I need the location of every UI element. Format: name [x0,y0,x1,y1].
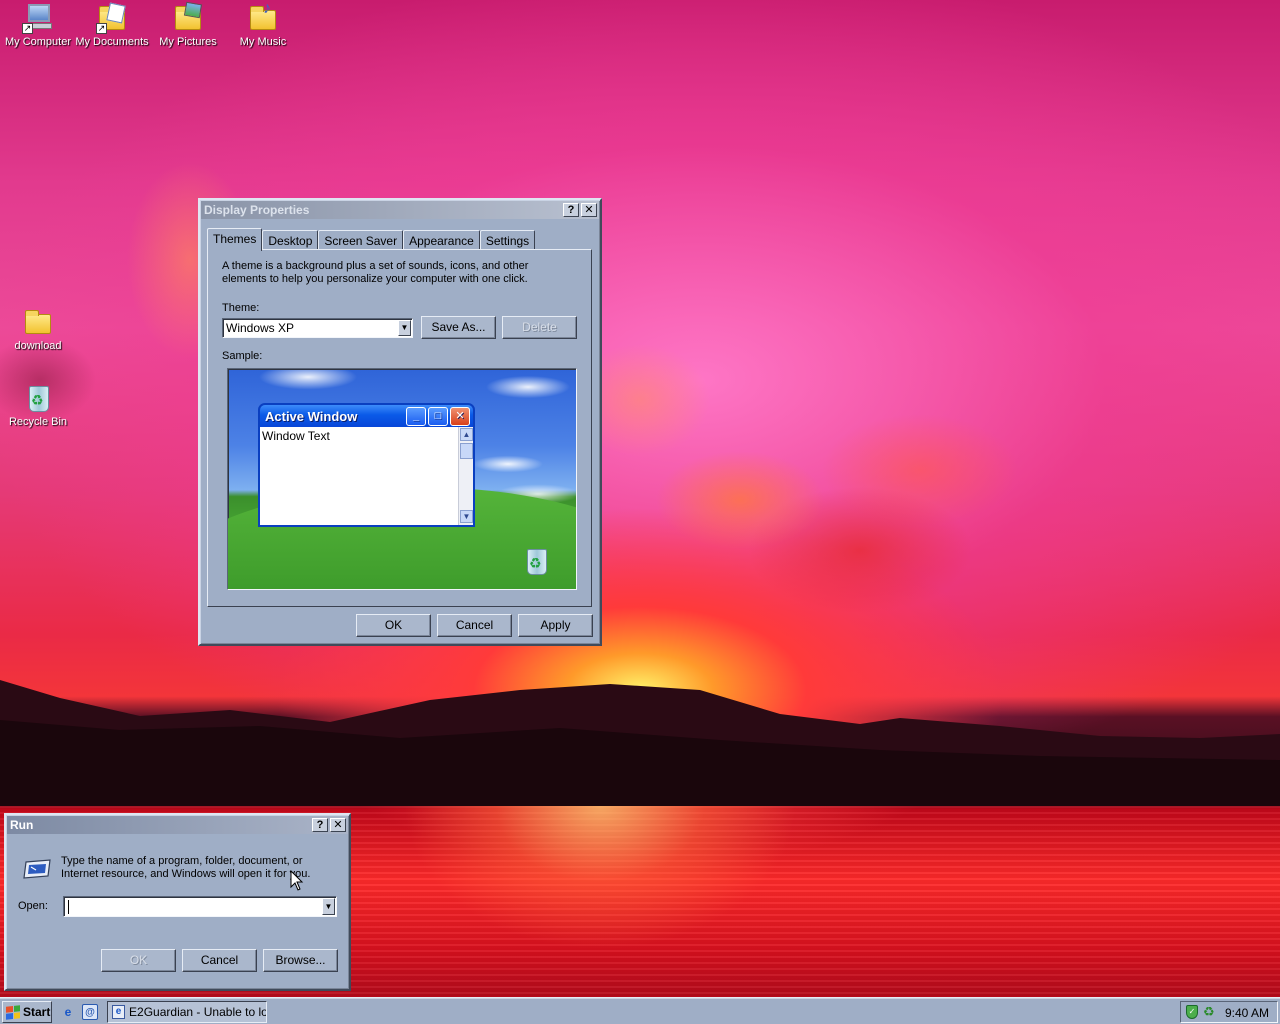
close-button[interactable]: ✕ [581,203,597,217]
tab-appearance[interactable]: Appearance [403,230,480,250]
desktop-icon-recycle-bin[interactable]: ♻ Recycle Bin [0,382,76,428]
cancel-button[interactable]: Cancel [437,614,512,637]
sample-titlebar: Active Window _ □ ✕ [260,405,473,427]
desktop-icon-label: My Music [239,36,287,48]
ok-button[interactable]: OK [356,614,431,637]
tab-desktop[interactable]: Desktop [262,230,319,250]
desktop-icon-label: download [14,340,62,352]
my-pictures-icon [172,1,204,34]
display-properties-window: Display Properties ? ✕ Themes Desktop Sc… [198,198,602,646]
folder-icon [22,306,54,338]
tab-themes[interactable]: Themes [207,228,263,251]
sample-window-title: Active Window [265,408,358,424]
my-computer-icon: ↗ [22,2,54,34]
theme-select[interactable]: Windows XP ▼ [222,318,413,338]
desktop-icon-my-documents[interactable]: ↗ My Documents [74,2,150,48]
desktop-icon-my-computer[interactable]: ↗ My Computer [0,2,76,48]
my-music-icon: ♪ [247,0,279,34]
taskbar: Start e @ e E2Guardian - Unable to lo...… [0,997,1280,1024]
help-button[interactable]: ? [312,818,328,832]
close-icon: ✕ [450,406,470,426]
windows-flag-icon [6,1004,20,1020]
mouse-cursor-icon [290,870,304,891]
open-input[interactable]: ▼ [63,896,337,917]
taskbar-item-e2guardian[interactable]: e E2Guardian - Unable to lo... [107,1001,267,1023]
theme-label: Theme: [222,302,260,314]
maximize-icon: □ [428,406,448,426]
window-title: Display Properties [204,203,310,217]
chevron-down-icon[interactable]: ▼ [398,320,411,336]
desktop-icon-my-pictures[interactable]: My Pictures [150,1,226,48]
desktop-icon-label: My Computer [4,36,72,48]
themes-description: A theme is a background plus a set of so… [222,260,529,285]
scroll-thumb [460,443,473,459]
scroll-down-icon: ▼ [460,510,473,523]
delete-button[interactable]: Delete [502,316,577,339]
desktop-icon-download[interactable]: download [0,306,76,352]
theme-sample-preview: Active Window _ □ ✕ Window Text ▲ ▼ ♻ [227,368,577,590]
internet-explorer-icon[interactable]: e [60,1004,76,1020]
network-icon[interactable]: ♻ [1203,1004,1215,1020]
quick-launch-icon[interactable]: @ [82,1004,98,1020]
sample-label: Sample: [222,350,263,362]
close-button[interactable]: ✕ [330,818,346,832]
run-dialog: Run ? ✕ Type the name of a program, fold… [4,813,351,991]
tab-settings[interactable]: Settings [479,230,536,250]
start-label: Start [23,1005,51,1019]
theme-select-value: Windows XP [226,321,295,335]
open-label: Open: [18,900,48,912]
internet-explorer-icon: e [112,1005,126,1019]
run-cancel-button[interactable]: Cancel [182,949,257,972]
sample-active-window: Active Window _ □ ✕ Window Text ▲ ▼ [258,403,475,527]
window-title: Run [10,818,34,832]
apply-button[interactable]: Apply [518,614,593,637]
run-description: Type the name of a program, folder, docu… [61,855,311,880]
sample-recycle-bin-icon: ♻ [524,547,550,577]
tab-strip: Themes Desktop Screen Saver Appearance S… [207,228,536,251]
recycle-bin-icon: ♻ [22,382,54,414]
desktop-icon-label: My Documents [75,36,149,48]
themes-panel: A theme is a background plus a set of so… [207,249,592,607]
my-documents-icon: ↗ [96,2,128,34]
run-ok-button[interactable]: OK [101,949,176,972]
tab-screen-saver[interactable]: Screen Saver [318,230,404,250]
browse-button[interactable]: Browse... [263,949,338,972]
clock[interactable]: 9:40 AM [1225,1006,1269,1020]
desktop-icon-label: Recycle Bin [8,416,68,428]
run-titlebar[interactable]: Run ? ✕ [7,816,348,834]
save-as-button[interactable]: Save As... [421,316,496,339]
display-properties-titlebar[interactable]: Display Properties ? ✕ [201,201,599,219]
run-icon [22,859,52,879]
start-button[interactable]: Start [2,1001,52,1023]
chevron-down-icon[interactable]: ▼ [322,898,335,915]
minimize-icon: _ [406,406,426,426]
taskbar-item-label: E2Guardian - Unable to lo... [129,1005,266,1019]
wallpaper-clouds [560,300,1020,660]
system-tray: ✓ ♻ 9:40 AM [1180,1001,1278,1023]
security-shield-icon[interactable]: ✓ [1186,1005,1198,1019]
sample-window-text: Window Text [262,429,330,443]
help-button[interactable]: ? [563,203,579,217]
wallpaper-mountains [0,680,1280,806]
sample-window-body: Window Text ▲ ▼ [260,427,473,525]
sample-scrollbar: ▲ ▼ [458,427,473,525]
text-caret [68,900,69,914]
scroll-up-icon: ▲ [460,428,473,441]
desktop-icon-my-music[interactable]: ♪ My Music [225,0,301,48]
desktop-icon-label: My Pictures [159,36,217,48]
